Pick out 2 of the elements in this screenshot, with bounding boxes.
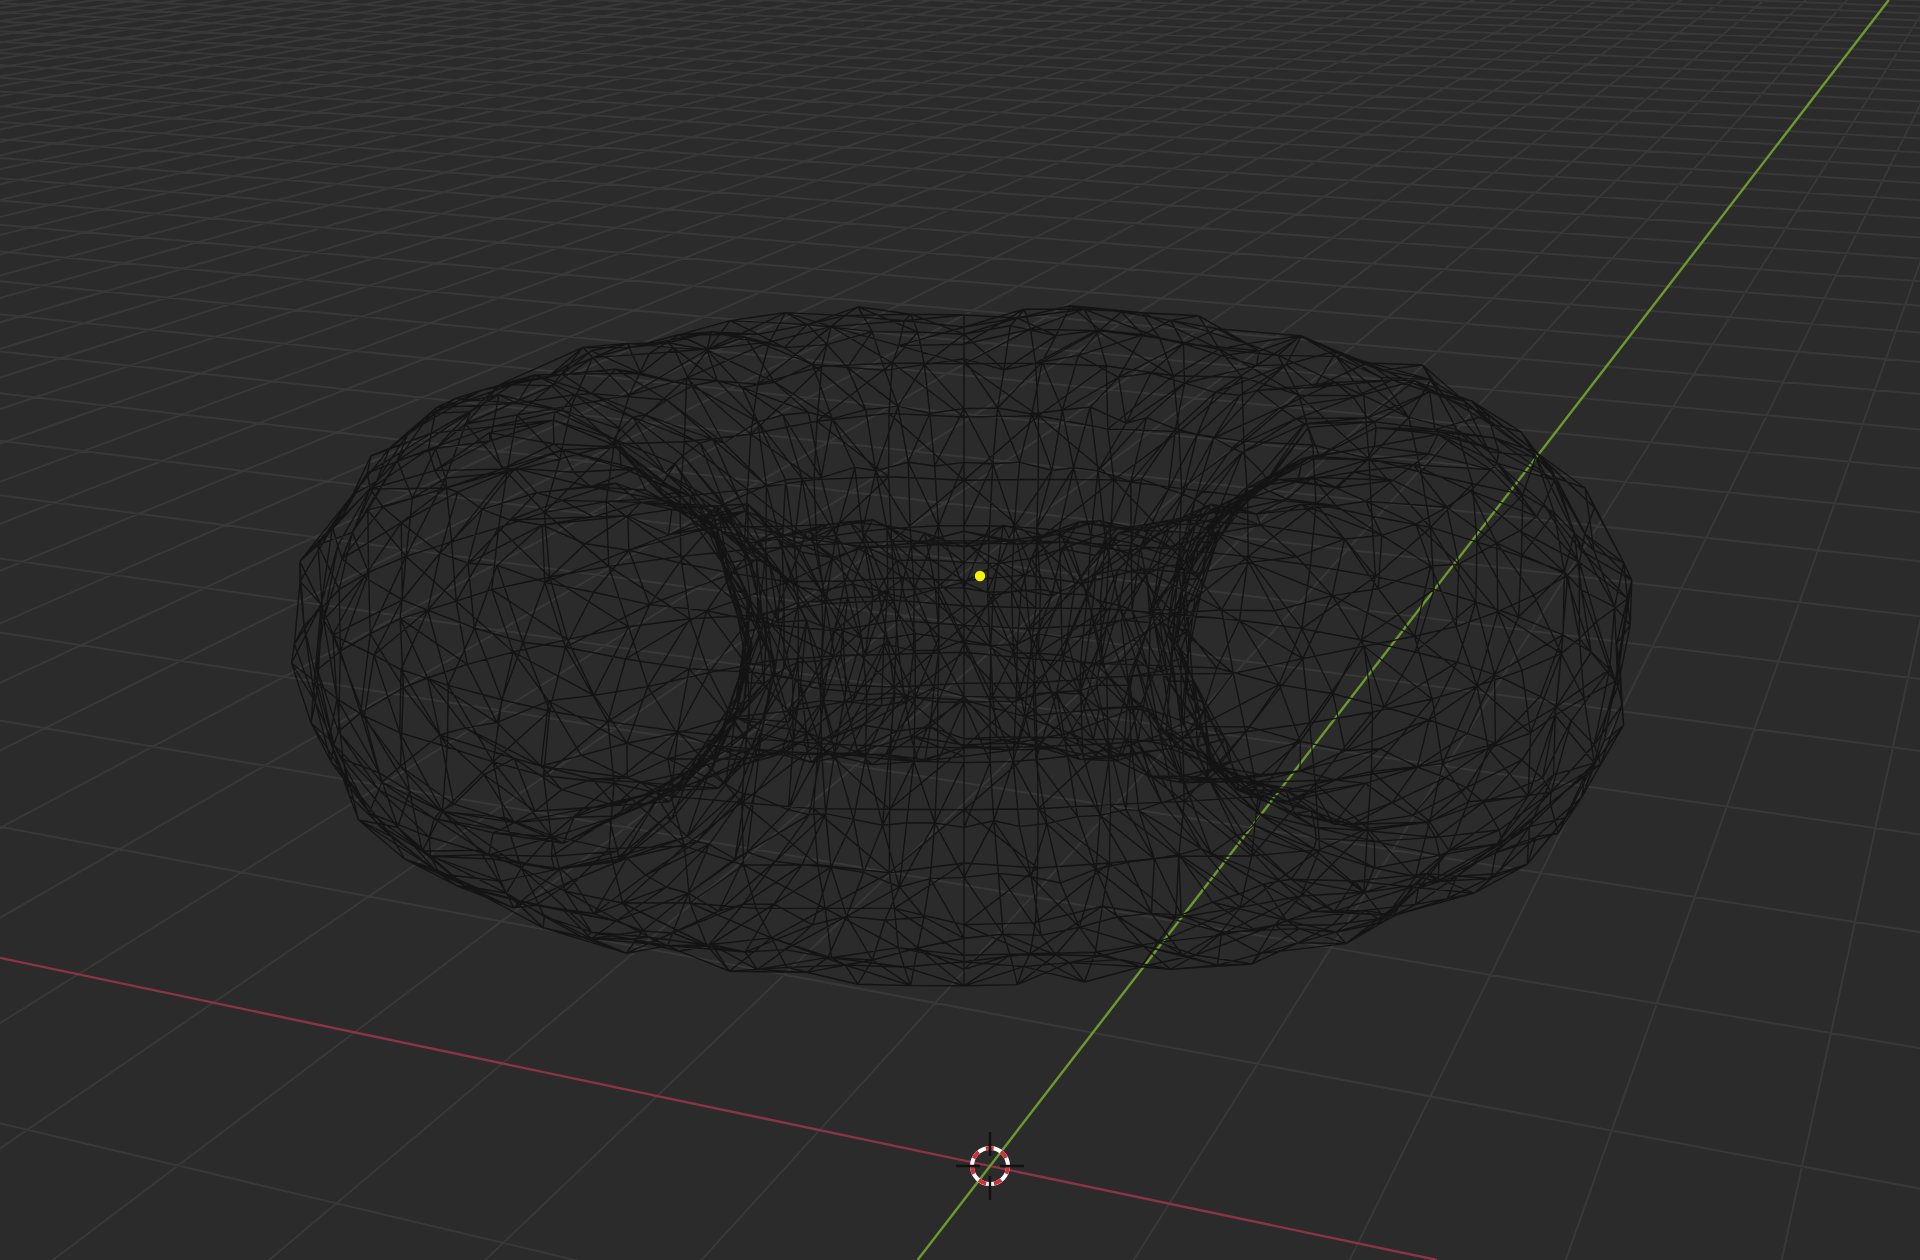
cursor-crosshair-icon [954,1130,1026,1202]
origin-point-icon [974,570,986,582]
